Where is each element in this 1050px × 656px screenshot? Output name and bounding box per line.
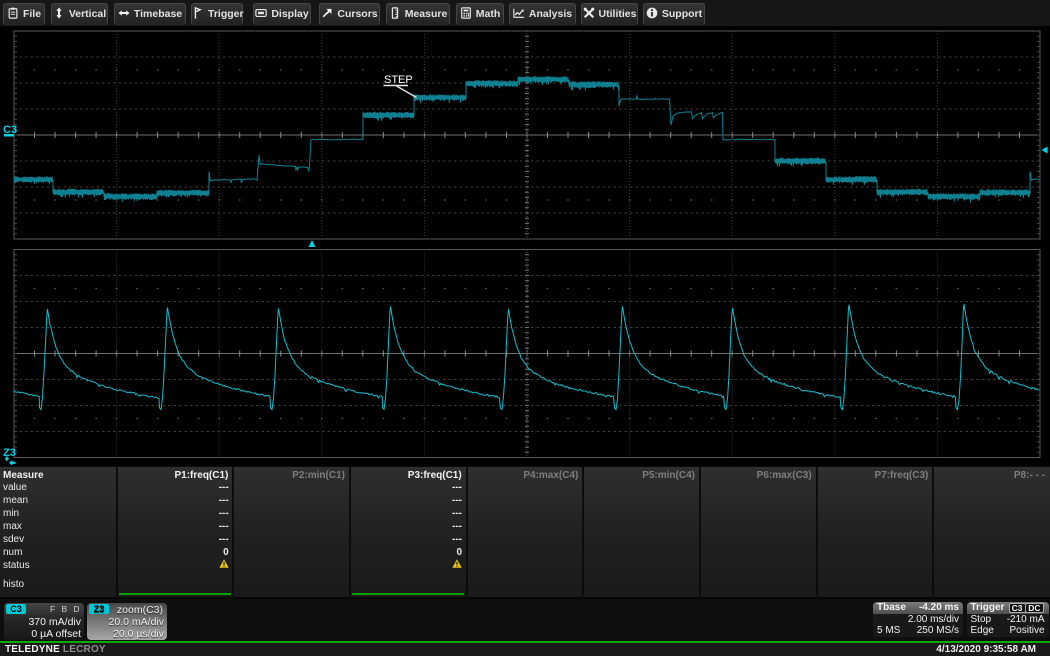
svg-text:STEP: STEP [384, 74, 413, 86]
svg-text:Z3: Z3 [3, 447, 16, 459]
